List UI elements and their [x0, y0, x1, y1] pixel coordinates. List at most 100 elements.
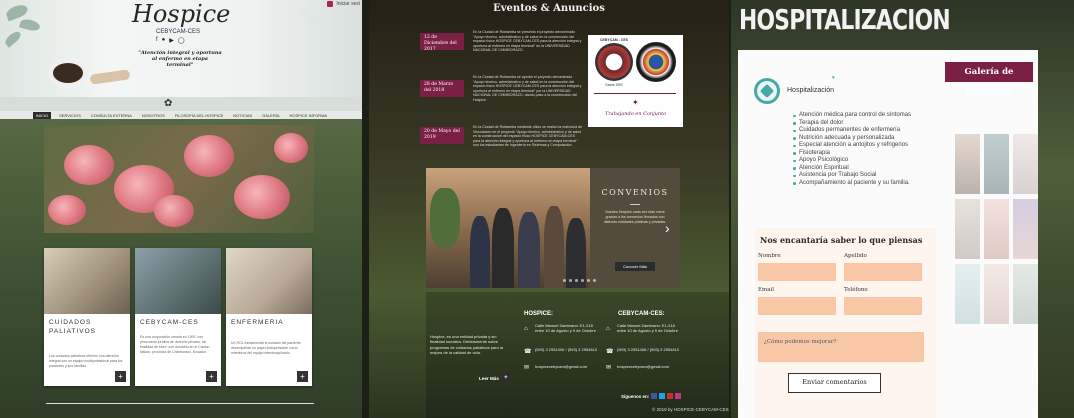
event-text: En la Ciudad de Riobamba mediante oficio…: [473, 125, 583, 148]
nav-nosotros[interactable]: NOSOTROS: [140, 113, 167, 118]
form-title: Nos encantaría saber lo que piensas: [760, 235, 923, 245]
cebycam-heading: CEBYCAM-CES:: [618, 311, 665, 317]
slider-dot[interactable]: [587, 279, 590, 282]
gallery-thumbnail[interactable]: [1013, 199, 1038, 259]
event-date: 12 de Diciembre del 2017: [420, 33, 464, 52]
nav-hospice-informa[interactable]: HOSPICE INFORMA: [288, 113, 330, 118]
list-item: Atención médica para control de síntomas: [793, 112, 911, 120]
partner-logos: CEBYCAM - CES Desde 1993 ✦ Trabajando en…: [588, 35, 683, 127]
nav-noticias[interactable]: NOTICIAS: [231, 113, 254, 118]
convenios-slider[interactable]: CONVENIOS Nuestro Hospice cada vez más c…: [426, 168, 680, 288]
ornament-icon: ✦: [632, 98, 639, 107]
leer-mas-link[interactable]: Leer Más +: [479, 374, 510, 382]
slide-photo: [426, 168, 590, 288]
cebycam-phones: (593) 3 2951406 / (593) 3 2954810: [617, 347, 680, 352]
plus-icon[interactable]: +: [206, 371, 217, 382]
tagline: "Atención integral y oportuna al enfermo…: [138, 50, 222, 68]
services-list: Atención médica para control de síntomas…: [793, 112, 911, 187]
list-item: Cuidados permanentes de enfermería: [793, 127, 911, 135]
event-date: 20 de Mayo del 2019: [420, 127, 464, 144]
card-title: ENFERMERIA: [231, 319, 284, 326]
cebycam-address: Calle Manuel Zambrano: E1-218 entre 10 d…: [617, 323, 678, 334]
card-text: Es una corporación creada en 1993, con p…: [140, 335, 210, 354]
nav-galeria[interactable]: GALERÍA: [260, 113, 281, 118]
card-cebycam[interactable]: CEBYCAM-CES Es una corporación creada en…: [135, 248, 221, 386]
cebycam-logo: [595, 43, 633, 81]
plus-icon[interactable]: +: [115, 371, 126, 382]
nav-inicio[interactable]: INICIO: [32, 111, 52, 119]
phone-icon: ☎: [524, 349, 532, 355]
phone-field[interactable]: [844, 297, 922, 315]
plus-icon[interactable]: +: [297, 371, 308, 382]
instagram-icon[interactable]: [675, 393, 682, 399]
divider: [594, 93, 676, 94]
list-item: Atención Espiritual: [793, 165, 911, 173]
gallery-title: Galería de Imágenes: [945, 62, 1033, 97]
name-label: Nombre: [758, 253, 781, 259]
last-name-label: Apellido: [844, 253, 867, 259]
send-feedback-button[interactable]: Enviar comentarios: [788, 373, 881, 393]
mail-icon: ✉: [606, 365, 612, 371]
message-field[interactable]: ¿Cómo podemos mejorar?: [758, 332, 924, 362]
hospice-heading: HOSPICE:: [524, 311, 554, 317]
slider-dot[interactable]: [569, 279, 572, 282]
facebook-icon[interactable]: f: [156, 37, 158, 44]
facebook-icon[interactable]: [651, 393, 658, 399]
phone-icon: ☎: [606, 349, 614, 355]
user-icon: [327, 1, 334, 7]
card-text: Un ROL fundamental el cuidado del pacien…: [231, 341, 302, 355]
gallery-thumbnail[interactable]: [984, 264, 1009, 324]
email-field[interactable]: [758, 297, 836, 315]
list-item: Terapia del dolor: [793, 120, 911, 128]
conocer-mas-button[interactable]: Conocer Más: [615, 262, 655, 271]
follow-us: Síguenos en:: [621, 393, 682, 399]
gallery-thumbnail[interactable]: [955, 199, 980, 259]
youtube-icon[interactable]: [667, 393, 674, 399]
feedback-form: Nos encantaría saber lo que piensas Nomb…: [755, 228, 936, 418]
slider-dot[interactable]: [581, 279, 584, 282]
name-field[interactable]: [758, 263, 836, 281]
twitter-icon[interactable]: ●: [162, 37, 166, 44]
card-cuidados-paliativos[interactable]: CUIDADOS PALIATIVOS Los cuidados paliati…: [44, 248, 130, 386]
mail-icon: ✉: [524, 365, 530, 371]
instagram-icon[interactable]: ◯: [178, 37, 185, 44]
card-title: CEBYCAM-CES: [140, 319, 199, 326]
list-item: Acompañamiento al paciente y su familia.: [793, 180, 911, 188]
card-photo: [135, 248, 221, 314]
footer-about: Hospice, es una entidad privada y sin fi…: [430, 334, 503, 356]
list-item: Fisioterapia: [793, 150, 911, 158]
cebycam-email[interactable]: hospicecebycam@gmail.com: [617, 364, 683, 369]
gallery-thumbnail[interactable]: [1013, 134, 1038, 194]
gallery-thumbnail[interactable]: [955, 264, 980, 324]
chevron-right-icon[interactable]: ›: [665, 220, 670, 236]
twitter-icon[interactable]: [659, 393, 666, 399]
gallery-thumbnail[interactable]: [1013, 264, 1038, 324]
slider-dot[interactable]: [593, 279, 596, 282]
slide-title: CONVENIOS: [601, 188, 669, 197]
nav-filosofia[interactable]: FILOSOFÍA DEL HOSPICE: [173, 113, 226, 118]
gallery-thumbnail[interactable]: [955, 134, 980, 194]
events-page-panel: Eventos & Anuncios 12 de Diciembre del 2…: [369, 0, 729, 418]
leaf-decoration: [298, 5, 322, 25]
ornament-bar: [0, 97, 362, 111]
gallery-thumbnail[interactable]: [984, 134, 1009, 194]
divider: [630, 204, 640, 205]
home-icon: ⌂: [606, 326, 610, 332]
plus-icon: +: [501, 374, 510, 382]
section-title: Eventos & Anuncios: [493, 3, 605, 14]
hospice-email[interactable]: hospicecebycam@gmail.com: [535, 364, 601, 369]
youtube-icon[interactable]: ▶: [169, 37, 174, 44]
slider-dot[interactable]: [575, 279, 578, 282]
last-name-field[interactable]: [844, 263, 922, 281]
nav-servicios[interactable]: SERVICIOS: [57, 113, 83, 118]
card-enfermeria[interactable]: ENFERMERIA Un ROL fundamental el cuidado…: [226, 248, 312, 386]
divider: [46, 403, 314, 404]
nav-consulta-externa[interactable]: CONSULTA EXTERNA: [89, 113, 134, 118]
slide-text: Nuestro Hospice cada vez más crece graci…: [603, 210, 667, 224]
gallery-thumbnail[interactable]: [984, 199, 1009, 259]
slider-dot[interactable]: [563, 279, 566, 282]
site-logo[interactable]: Hospice: [132, 0, 230, 28]
leaf-decoration: [19, 17, 41, 33]
logos-caption: Trabajando en Conjunto: [604, 111, 667, 117]
login-link[interactable]: Iniciar sesi: [327, 1, 360, 7]
